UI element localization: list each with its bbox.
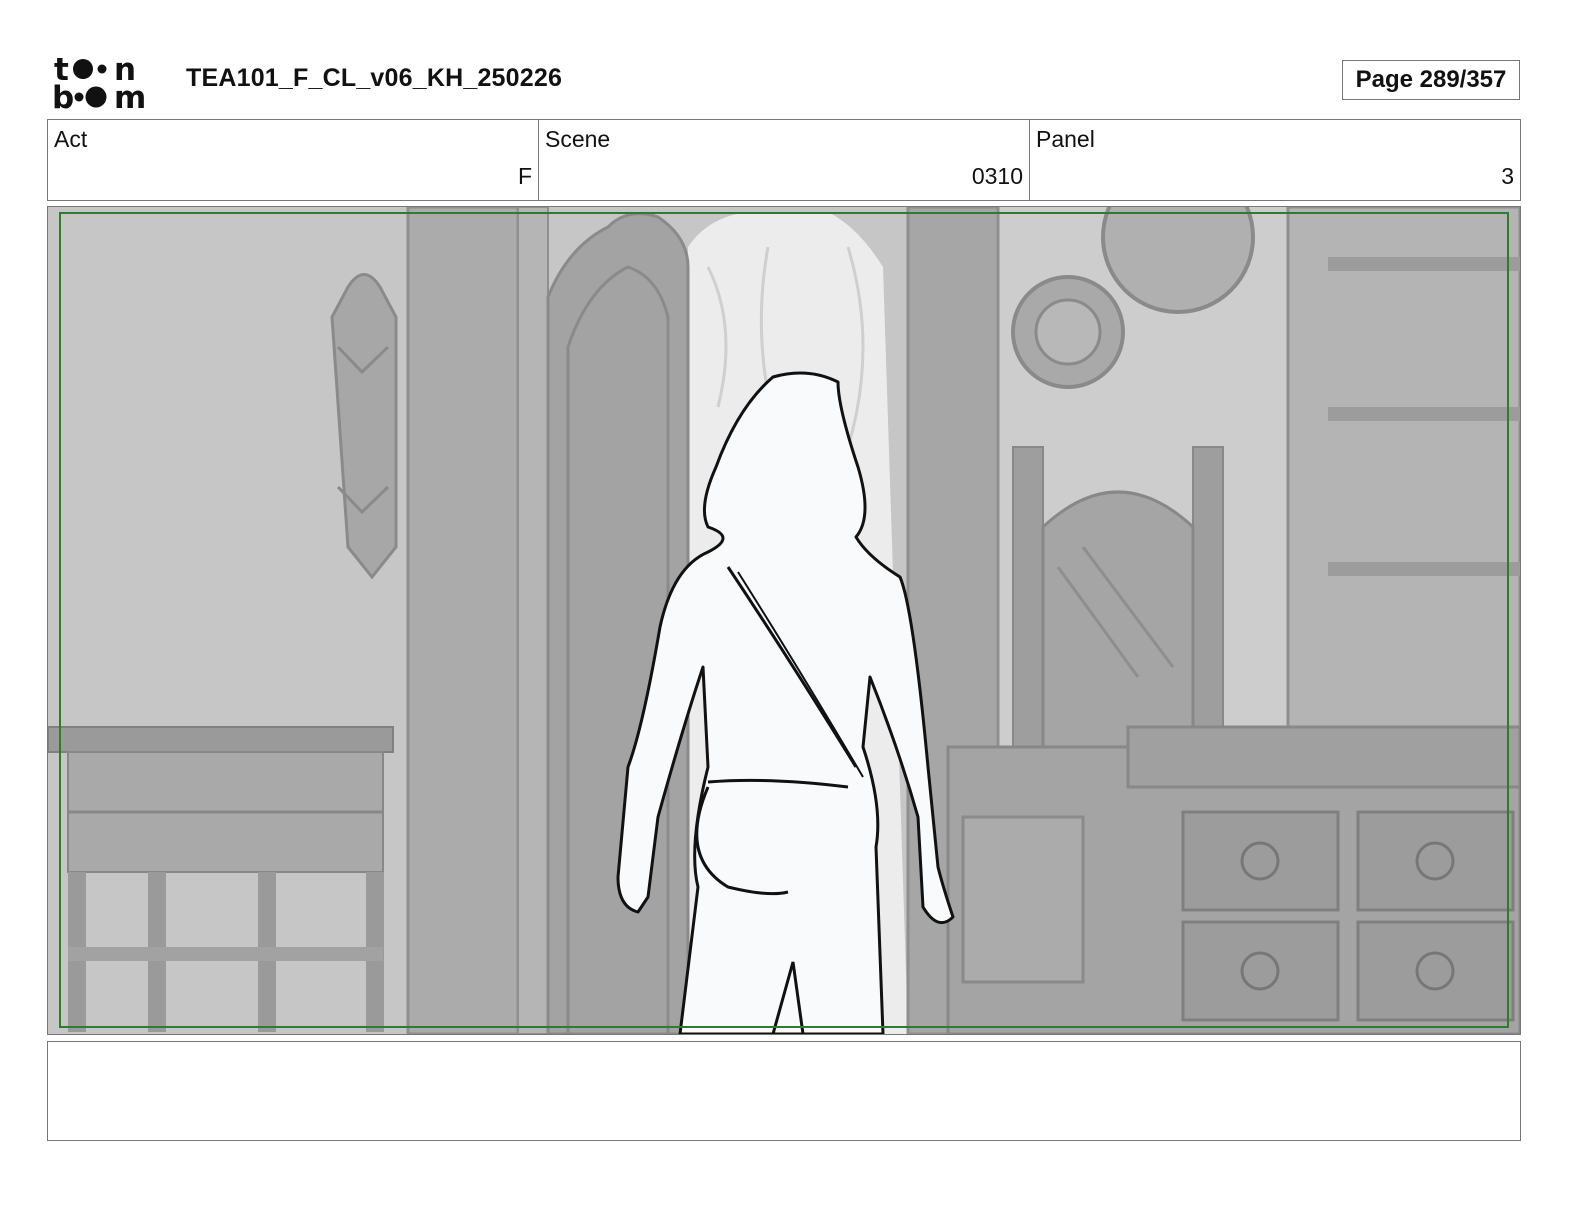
panel-label: Panel xyxy=(1036,126,1095,152)
act-label: Act xyxy=(54,126,88,152)
storyboard-drawing xyxy=(48,207,1520,1034)
svg-text:b: b xyxy=(52,80,74,112)
act-value: F xyxy=(517,163,532,189)
scene-value: 0310 xyxy=(971,163,1023,189)
storyboard-panel-image xyxy=(47,206,1521,1035)
panel-cell: Panel 3 xyxy=(1030,120,1520,200)
panel-value: 3 xyxy=(1501,163,1514,189)
panel-notes-box xyxy=(47,1041,1521,1141)
svg-text:m: m xyxy=(114,80,146,112)
page-counter: Page 289/357 xyxy=(1342,60,1520,100)
scene-label: Scene xyxy=(545,126,611,152)
document-title: TEA101_F_CL_v06_KH_250226 xyxy=(186,64,563,92)
panel-info-row: Act F Scene 0310 Panel 3 xyxy=(47,119,1521,201)
scene-cell: Scene 0310 xyxy=(539,120,1030,200)
act-cell: Act F xyxy=(48,120,539,200)
toon-boom-logo: t n b m xyxy=(52,52,146,112)
